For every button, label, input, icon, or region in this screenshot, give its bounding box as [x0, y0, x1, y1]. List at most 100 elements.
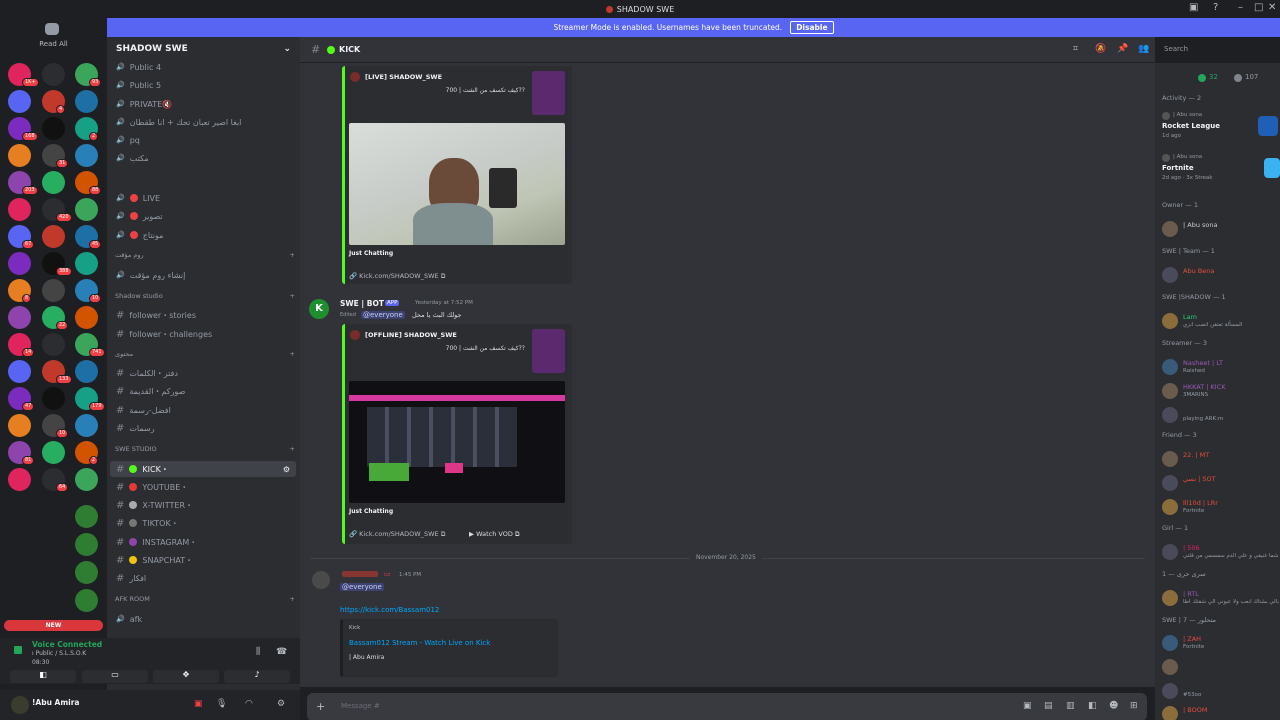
embed-title[interactable]: [OFFLINE] SHADOW_SWE	[365, 331, 457, 339]
everyone-mention[interactable]: @everyone	[340, 583, 384, 591]
channel-text[interactable]: # SNAPCHAT・	[110, 552, 296, 568]
server-icon[interactable]	[8, 252, 31, 275]
pin-icon[interactable]: 📌	[1117, 44, 1128, 54]
headphones-icon[interactable]: ◠	[245, 699, 253, 709]
channel-text[interactable]: # افكار	[110, 570, 296, 586]
add-channel-icon[interactable]: +	[290, 445, 295, 453]
channel-settings-icon[interactable]: ⚙	[283, 465, 290, 474]
channel-text[interactable]: # X-TWITTER・	[110, 497, 296, 513]
help-icon[interactable]: ?	[1213, 2, 1218, 13]
channel-text[interactable]: # INSTAGRAM・	[110, 534, 296, 550]
everyone-mention[interactable]: @everyone	[361, 311, 405, 319]
server-icon[interactable]	[8, 306, 31, 329]
server-icon[interactable]	[42, 117, 65, 140]
category-header[interactable]: AFK ROOM +	[115, 595, 295, 603]
channel-voice[interactable]: 🔊 PRIVATE🔇	[110, 96, 296, 112]
activity-card[interactable]: | Abu sona Fortnite 2d ago · 3x Streak	[1161, 151, 1280, 187]
add-attachment-icon[interactable]: +	[316, 700, 325, 713]
server-icon[interactable]	[75, 144, 98, 167]
channel-voice[interactable]: 🔊 pq	[110, 132, 296, 148]
noise-suppression-icon[interactable]: ⫼	[256, 647, 260, 657]
server-icon[interactable]	[8, 144, 31, 167]
activities-button[interactable]: ✥	[153, 670, 219, 683]
server-icon[interactable]	[8, 360, 31, 383]
server-icon[interactable]	[75, 468, 98, 491]
server-icon[interactable]	[75, 360, 98, 383]
microphone-icon[interactable]: 🎙	[216, 699, 227, 709]
server-icon[interactable]	[8, 90, 31, 113]
inbox-icon[interactable]: ▣	[1189, 2, 1198, 13]
server-icon[interactable]	[75, 252, 98, 275]
member-item[interactable]: playing ARK:m	[1162, 405, 1280, 425]
channel-voice[interactable]: 🔊 مكتب	[110, 150, 296, 166]
server-icon[interactable]	[42, 279, 65, 302]
add-channel-icon[interactable]: +	[290, 350, 295, 358]
channel-voice[interactable]: 🔊 ابغا اصير تعبان تحك + انا طقطان	[110, 114, 296, 130]
close-icon[interactable]: ✕	[1268, 2, 1276, 13]
server-icon[interactable]	[8, 468, 31, 491]
server-icon[interactable]	[75, 306, 98, 329]
category-header[interactable]: محتوى +	[115, 350, 295, 358]
channel-voice[interactable]: 🔊 Public 5	[110, 77, 296, 93]
message-input[interactable]: Message #	[341, 702, 380, 710]
server-icon[interactable]	[75, 90, 98, 113]
message-link[interactable]: https://kick.com/Bassam012	[340, 606, 439, 614]
server-icon[interactable]	[42, 225, 65, 248]
member-item[interactable]: Nasheet | LT Raished	[1162, 357, 1280, 377]
server-icon[interactable]	[42, 333, 65, 356]
threads-icon[interactable]: ⌗	[1073, 44, 1078, 54]
channel-text[interactable]: # رسمات	[110, 420, 296, 436]
channel-text[interactable]: # KICK・ ⚙	[110, 461, 296, 477]
channel-voice[interactable]: 🔊 LIVE	[110, 190, 296, 206]
disable-button[interactable]: Disable	[790, 21, 834, 34]
kick-link-button[interactable]: 🔗 Kick.com/SHADOW_SWE ⧉	[349, 272, 445, 281]
channel-text[interactable]: # دفتر・الكلمات	[110, 365, 296, 381]
member-item[interactable]: | 506 شما غنيفي و علي الدم سمسمي من قلتي	[1162, 542, 1280, 562]
member-item[interactable]: Lam المسألة تعتقن اتصب انزي	[1162, 311, 1280, 331]
server-icon[interactable]	[75, 561, 98, 584]
read-all-button[interactable]: Read All	[0, 40, 107, 48]
server-icon[interactable]	[75, 198, 98, 221]
channel-voice[interactable]: 🔊 تصوير	[110, 208, 296, 224]
server-icon[interactable]	[75, 414, 98, 437]
kick-link-button[interactable]: 🔗 Kick.com/SHADOW_SWE ⧉	[349, 530, 445, 539]
message-composer[interactable]: + Message # ▣ ▤ ▥ ◧ ☻ ⊞	[307, 693, 1147, 720]
add-channel-icon[interactable]: +	[290, 292, 295, 300]
channel-voice[interactable]: 🔊 مونتاج	[110, 227, 296, 243]
truncated-author-name[interactable]	[342, 571, 378, 577]
member-item[interactable]: | RTL بالي بشتاك انعب ولا عيوني الي شفتك …	[1162, 588, 1280, 608]
member-item[interactable]	[1162, 657, 1280, 677]
member-item[interactable]: lll10d | LRr Fortnite	[1162, 497, 1280, 517]
member-item[interactable]: | BOOM	[1162, 704, 1280, 720]
streaming-icon[interactable]: ▣	[194, 699, 203, 709]
gif-icon[interactable]: ▤	[1044, 701, 1053, 711]
maximize-icon[interactable]: □	[1254, 2, 1263, 13]
server-icon[interactable]	[75, 533, 98, 556]
channel-text[interactable]: # follower・stories	[110, 307, 296, 323]
member-item[interactable]: نسي | SOT	[1162, 473, 1280, 493]
add-channel-icon[interactable]: +	[290, 595, 295, 603]
activity-card[interactable]: | Abu sona Rocket League 1d ago	[1161, 109, 1278, 145]
channel-text[interactable]: # افضل-رسمة	[110, 402, 296, 418]
disconnect-icon[interactable]: ☎	[276, 647, 287, 657]
channel-voice[interactable]: 🔊 afk	[110, 611, 296, 627]
member-item[interactable]: Abu Bena	[1162, 265, 1280, 285]
category-header[interactable]: روم مؤقت +	[115, 251, 295, 259]
discord-home-icon[interactable]	[45, 23, 59, 35]
channel-text[interactable]: # follower・challenges	[110, 326, 296, 342]
server-icon[interactable]	[8, 198, 31, 221]
channel-text[interactable]: # TIKTOK・	[110, 515, 296, 531]
settings-gear-icon[interactable]: ⚙	[277, 699, 285, 709]
avatar[interactable]	[312, 571, 330, 589]
server-icon[interactable]	[8, 414, 31, 437]
member-item[interactable]: | ZAH Fortnite	[1162, 633, 1280, 653]
camera-button[interactable]: ◧	[10, 670, 76, 683]
stream-preview-image[interactable]	[349, 123, 565, 245]
server-icon[interactable]	[42, 63, 65, 86]
new-unreads-pill[interactable]: NEW	[4, 620, 103, 631]
apps-grid-icon[interactable]: ⊞	[1130, 701, 1138, 711]
server-icon[interactable]	[42, 171, 65, 194]
search-input[interactable]: Search	[1160, 43, 1277, 57]
username[interactable]: !Abu Amira	[32, 698, 80, 707]
app-icon[interactable]: ◧	[1088, 701, 1097, 711]
